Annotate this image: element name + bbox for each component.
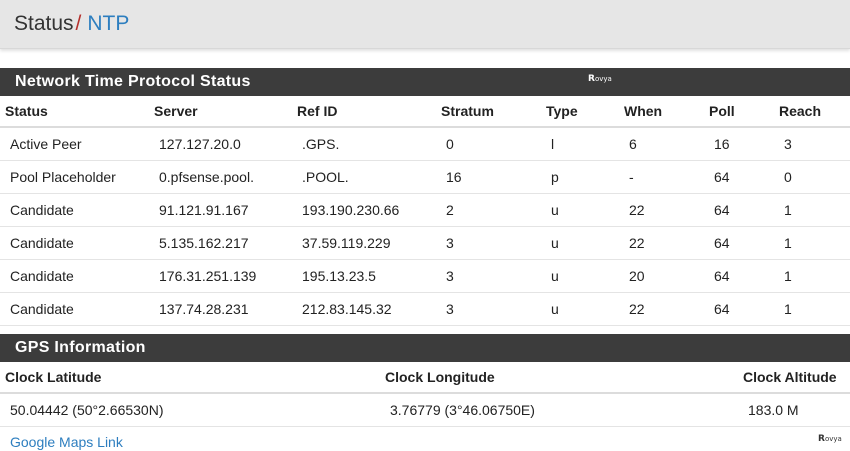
table-cell: 64 [704, 259, 774, 293]
table-cell: Candidate [0, 259, 149, 293]
table-cell: 212.83.145.32 [292, 292, 436, 326]
ntp-panel-title: Network Time Protocol Status [0, 68, 850, 96]
column-header: Reach [774, 96, 850, 128]
table-cell: u [541, 193, 619, 227]
table-cell: 127.127.20.0 [149, 127, 292, 161]
table-cell: 1 [774, 193, 850, 227]
table-cell: 137.74.28.231 [149, 292, 292, 326]
table-cell: 5.135.162.217 [149, 226, 292, 260]
table-cell: p [541, 160, 619, 194]
gps-info-table: Clock Latitude Clock Longitude Clock Alt… [0, 362, 850, 427]
table-cell: 16 [704, 127, 774, 161]
table-cell: 6 [619, 127, 704, 161]
table-cell: Candidate [0, 193, 149, 227]
breadcrumb-separator: / [75, 12, 82, 35]
table-cell: u [541, 226, 619, 260]
table-cell: u [541, 292, 619, 326]
table-cell: 0 [436, 127, 541, 161]
table-cell: 22 [619, 292, 704, 326]
table-row: Candidate 137.74.28.231 212.83.145.32 3 … [0, 292, 850, 326]
table-cell: 64 [704, 193, 774, 227]
table-cell: 1 [774, 292, 850, 326]
table-row: Candidate 91.121.91.167 193.190.230.66 2… [0, 193, 850, 227]
table-cell: 3 [774, 127, 850, 161]
table-cell: 22 [619, 226, 704, 260]
table-cell: - [619, 160, 704, 194]
table-cell: Candidate [0, 226, 149, 260]
page-header: Status/NTP [0, 0, 850, 49]
table-cell: 193.190.230.66 [292, 193, 436, 227]
column-header: Ref ID [292, 96, 436, 128]
table-cell: .GPS. [292, 127, 436, 161]
table-cell: 195.13.23.5 [292, 259, 436, 293]
clock-latitude-value: 50.04442 (50°2.66530N) [0, 393, 380, 427]
table-cell: 3 [436, 259, 541, 293]
table-cell: l [541, 127, 619, 161]
column-header: Stratum [436, 96, 541, 128]
gps-panel-title: GPS Information [0, 334, 850, 362]
column-header: Type [541, 96, 619, 128]
table-cell: 1 [774, 226, 850, 260]
column-header: Status [0, 96, 149, 128]
table-cell: 37.59.119.229 [292, 226, 436, 260]
clock-longitude-value: 3.76779 (3°46.06750E) [380, 393, 738, 427]
ntp-status-table: Status Server Ref ID Stratum Type When P… [0, 96, 850, 326]
watermark-logo: Rovya [818, 434, 842, 444]
table-cell: 64 [704, 292, 774, 326]
column-header: Clock Altitude [738, 362, 850, 394]
table-row: Candidate 176.31.251.139 195.13.23.5 3 u… [0, 259, 850, 293]
google-maps-link[interactable]: Google Maps Link [10, 434, 123, 450]
column-header: Clock Longitude [380, 362, 738, 394]
table-cell: u [541, 259, 619, 293]
breadcrumb: Status/NTP [14, 11, 129, 37]
table-row: Active Peer 127.127.20.0 .GPS. 0 l 6 16 … [0, 127, 850, 161]
clock-altitude-value: 183.0 M [738, 393, 850, 427]
column-header: Clock Latitude [0, 362, 380, 394]
table-cell: 176.31.251.139 [149, 259, 292, 293]
table-cell: 64 [704, 160, 774, 194]
table-row: 50.04442 (50°2.66530N) 3.76779 (3°46.067… [0, 393, 850, 427]
breadcrumb-ntp[interactable]: NTP [87, 12, 129, 35]
table-cell: 1 [774, 259, 850, 293]
table-row: Pool Placeholder 0.pfsense.pool. .POOL. … [0, 160, 850, 194]
table-cell: 16 [436, 160, 541, 194]
watermark-logo: Rovya [588, 74, 612, 84]
ntp-table-header: Status Server Ref ID Stratum Type When P… [0, 96, 850, 128]
table-cell: 0.pfsense.pool. [149, 160, 292, 194]
table-cell: 3 [436, 226, 541, 260]
table-cell: 22 [619, 193, 704, 227]
table-cell: 20 [619, 259, 704, 293]
column-header: Poll [704, 96, 774, 128]
table-cell: 0 [774, 160, 850, 194]
table-cell: .POOL. [292, 160, 436, 194]
table-row: Candidate 5.135.162.217 37.59.119.229 3 … [0, 226, 850, 260]
gps-table-header: Clock Latitude Clock Longitude Clock Alt… [0, 362, 850, 394]
table-cell: 3 [436, 292, 541, 326]
table-cell: Pool Placeholder [0, 160, 149, 194]
column-header: Server [149, 96, 292, 128]
column-header: When [619, 96, 704, 128]
table-cell: Active Peer [0, 127, 149, 161]
table-cell: 2 [436, 193, 541, 227]
table-cell: 64 [704, 226, 774, 260]
breadcrumb-status: Status [14, 12, 74, 35]
table-cell: Candidate [0, 292, 149, 326]
table-cell: 91.121.91.167 [149, 193, 292, 227]
